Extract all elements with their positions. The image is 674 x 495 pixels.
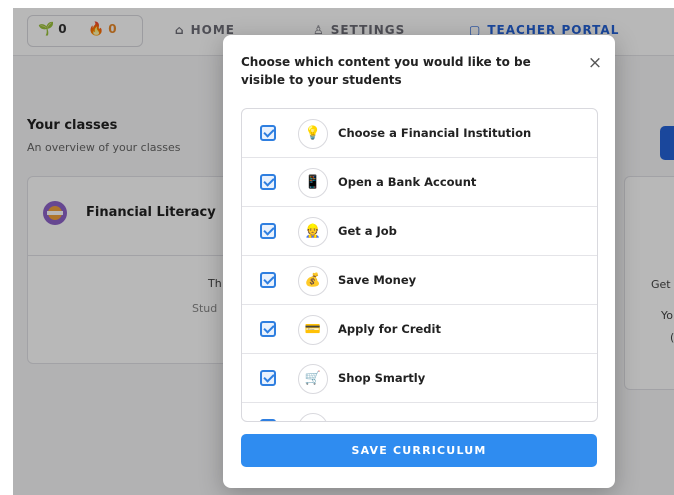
phone-icon: 📱 (298, 168, 328, 198)
money-bag-icon: 💰 (298, 266, 328, 296)
worker-icon: 👷 (298, 217, 328, 247)
checkbox[interactable] (260, 125, 276, 141)
list-item[interactable]: 👷 Get a Job (242, 207, 597, 256)
checkbox[interactable] (260, 174, 276, 190)
credit-card-icon: 💳 (298, 315, 328, 345)
list-item-label: Shop Smartly (338, 371, 426, 385)
list-item-label: Apply for Credit (338, 322, 441, 336)
item-icon (298, 413, 328, 421)
shopping-cart-icon: 🛒 (298, 364, 328, 394)
list-item[interactable]: 🛒 Shop Smartly (242, 354, 597, 403)
checkbox[interactable] (260, 370, 276, 386)
modal-title: Choose which content you would like to b… (241, 55, 531, 87)
close-icon[interactable]: × (585, 53, 605, 73)
checkbox[interactable] (260, 419, 276, 421)
list-item[interactable]: 💳 Apply for Credit (242, 305, 597, 354)
list-item[interactable] (242, 403, 597, 421)
checkbox[interactable] (260, 272, 276, 288)
save-curriculum-button[interactable]: SAVE CURRICULUM (241, 434, 597, 467)
list-item[interactable]: 📱 Open a Bank Account (242, 158, 597, 207)
lightbulb-icon: 💡 (298, 119, 328, 149)
list-item[interactable]: 💡 Choose a Financial Institution (242, 109, 597, 158)
list-item-label: Open a Bank Account (338, 175, 477, 189)
list-item[interactable]: 💰 Save Money (242, 256, 597, 305)
list-item-label: Get a Job (338, 224, 397, 238)
checkbox[interactable] (260, 321, 276, 337)
content-list[interactable]: 💡 Choose a Financial Institution 📱 Open … (241, 108, 598, 422)
list-item-label: Choose a Financial Institution (338, 126, 532, 140)
curriculum-modal: Choose which content you would like to b… (223, 35, 615, 488)
checkbox[interactable] (260, 223, 276, 239)
list-item-label: Save Money (338, 273, 417, 287)
